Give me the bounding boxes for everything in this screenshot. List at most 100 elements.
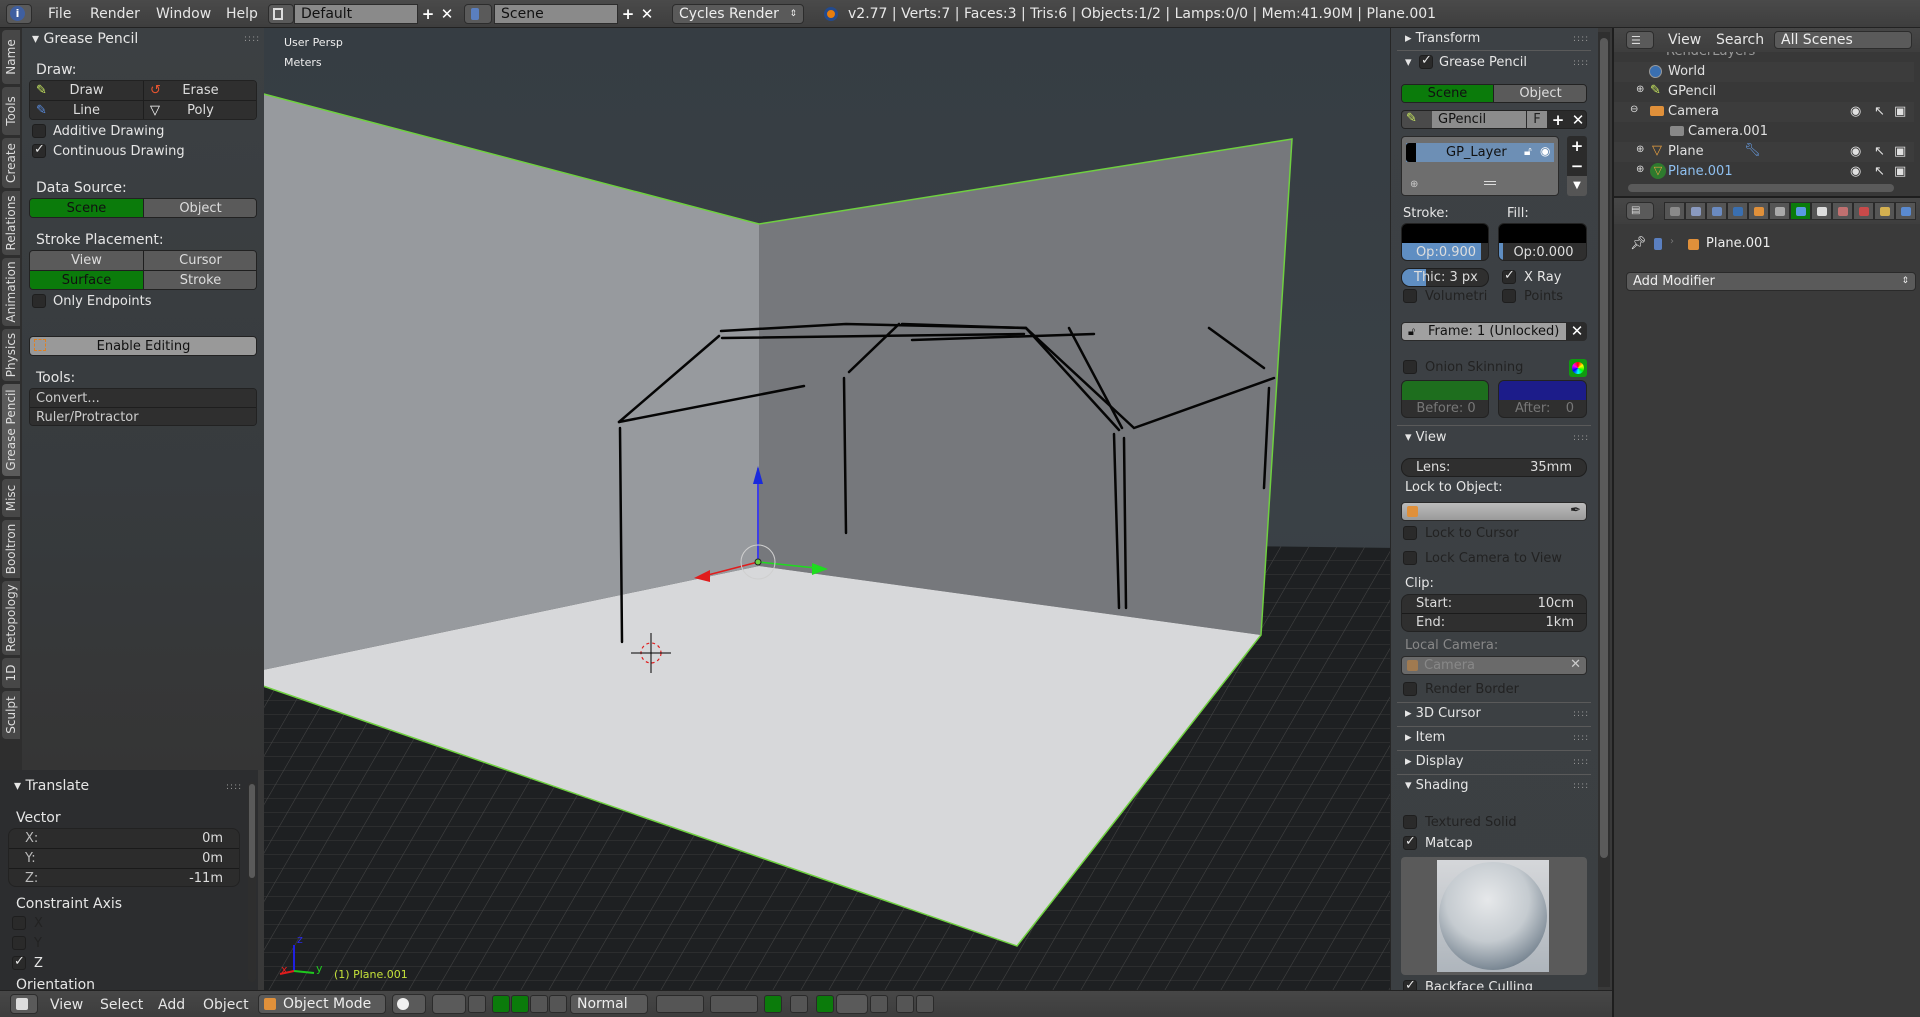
properties-editor-type[interactable]: ▤ <box>1626 202 1654 220</box>
stroke-color-swatch[interactable] <box>1402 224 1488 243</box>
placement-surface[interactable]: Surface <box>30 271 144 289</box>
render-engine-dropdown[interactable]: Cycles Render ⇕ <box>672 4 804 24</box>
grease-pencil-panel-header[interactable]: ▾ <box>1405 55 1412 70</box>
properties-tab-constraints[interactable] <box>1769 202 1790 220</box>
outliner-horizontal-scrollbar[interactable] <box>1628 184 1894 192</box>
textured-solid-checkbox[interactable] <box>1403 815 1417 829</box>
remove-layer-icon[interactable]: − <box>1567 156 1587 176</box>
menu-view[interactable]: View <box>50 997 83 1013</box>
properties-tab-particles[interactable] <box>1874 202 1895 220</box>
scene-layers-2[interactable] <box>710 995 758 1013</box>
renderable-camera-icon[interactable]: ▣ <box>1894 144 1906 159</box>
gp-layer-row[interactable]: GP_Layer 🔓︎ ◉ <box>1406 143 1554 162</box>
thickness-slider[interactable]: Thic: 3 px <box>1401 268 1489 287</box>
outliner-row-plane-001[interactable]: ⊕ ▽ Plane.001 ◉ ↖ ▣ <box>1614 162 1914 182</box>
visibility-eye-icon[interactable]: ◉ <box>1850 104 1861 119</box>
outliner-row-plane[interactable]: ⊕ ▽ Plane 🔧︎ ◉ ↖ ▣ <box>1614 142 1914 162</box>
outliner-editor-type[interactable]: ☰ <box>1626 31 1654 49</box>
menu-select[interactable]: Select <box>100 997 143 1013</box>
clip-end-field[interactable]: End: 1km <box>1402 614 1586 631</box>
manipulate-center-points-icon[interactable] <box>468 995 486 1013</box>
properties-tab-render[interactable] <box>1664 202 1685 220</box>
properties-tab-texture[interactable] <box>1853 202 1874 220</box>
pivot-point-dropdown[interactable] <box>432 994 466 1014</box>
constraint-z-checkbox[interactable] <box>12 954 26 970</box>
before-color-swatch[interactable] <box>1402 381 1488 400</box>
outliner-menu-search[interactable]: Search <box>1716 32 1764 48</box>
add-gp-icon[interactable]: + <box>1548 111 1568 128</box>
scale-manipulator-icon[interactable] <box>549 995 567 1013</box>
properties-tab-render-layers[interactable] <box>1685 202 1706 220</box>
list-filter-icon[interactable]: ⊕ <box>1410 179 1418 190</box>
properties-tab-data[interactable] <box>1811 202 1832 220</box>
lens-field[interactable]: Lens: 35mm <box>1401 458 1587 477</box>
outliner-menu-view[interactable]: View <box>1668 32 1701 48</box>
tab-physics[interactable]: Physics <box>2 329 20 381</box>
frame-lock-button[interactable]: 🔓︎ Frame: 1 (Unlocked) <box>1401 322 1567 341</box>
tab-grease-pencil[interactable]: Grease Pencil <box>2 384 20 476</box>
screen-layout-field[interactable]: Default <box>294 4 418 24</box>
onion-skinning-checkbox[interactable] <box>1403 360 1417 374</box>
tab-tools[interactable]: Tools <box>2 87 20 135</box>
scene-selector[interactable] <box>464 4 492 24</box>
points-checkbox[interactable] <box>1502 289 1516 303</box>
drag-handle-icon[interactable]: :::: <box>226 782 242 792</box>
renderable-camera-icon[interactable]: ▣ <box>1894 104 1906 119</box>
placement-stroke[interactable]: Stroke <box>144 271 256 289</box>
manipulator-toggle-icon[interactable] <box>492 995 510 1013</box>
line-button[interactable]: ✎ Line <box>30 101 144 119</box>
gp-source-scene[interactable]: Scene <box>1402 85 1494 102</box>
layer-specials-icon[interactable]: ▼ <box>1567 176 1587 196</box>
erase-button[interactable]: ↺ Erase <box>144 81 256 101</box>
vector-z-field[interactable]: Z: -11m <box>9 869 239 886</box>
add-scene-icon[interactable]: + <box>618 4 638 24</box>
outliner-row-world[interactable]: World <box>1614 62 1914 82</box>
unlock-icon[interactable]: 🔓︎ <box>1524 144 1532 159</box>
visibility-eye-icon[interactable]: ◉ <box>1850 164 1861 179</box>
menu-render[interactable]: Render <box>90 6 140 22</box>
snap-element-dropdown[interactable] <box>836 994 868 1014</box>
pin-icon[interactable]: 📌︎ <box>1630 236 1647 251</box>
viewport-shading-dropdown[interactable] <box>392 994 426 1014</box>
transform-orientation-dropdown[interactable]: Normal <box>570 994 648 1014</box>
tab-misc[interactable]: Misc <box>2 479 20 517</box>
mode-dropdown[interactable]: Object Mode <box>258 994 386 1014</box>
menu-help[interactable]: Help <box>226 6 258 22</box>
transform-panel-header[interactable]: ▸ Transform <box>1405 31 1480 46</box>
convert-button[interactable]: Convert... <box>30 389 256 408</box>
placement-view[interactable]: View <box>30 251 144 271</box>
only-endpoints-checkbox[interactable] <box>32 294 46 308</box>
gp-datablock-name[interactable]: GPencil <box>1432 111 1526 128</box>
vector-x-field[interactable]: X: 0m <box>9 829 239 849</box>
properties-tab-physics[interactable] <box>1895 202 1916 220</box>
rotate-manipulator-icon[interactable] <box>530 995 548 1013</box>
x-ray-checkbox[interactable] <box>1502 268 1516 284</box>
add-modifier-dropdown[interactable]: Add Modifier ⇕ <box>1626 272 1916 291</box>
properties-tab-world[interactable] <box>1727 202 1748 220</box>
properties-tab-scene[interactable] <box>1706 202 1727 220</box>
render-animation-icon[interactable] <box>916 995 934 1013</box>
shading-panel-header[interactable]: ▾ Shading <box>1405 778 1468 793</box>
3d-cursor-panel-header[interactable]: ▸ 3D Cursor <box>1405 706 1481 721</box>
stroke-opacity-slider[interactable]: Op:0.900 <box>1402 243 1488 260</box>
onion-color-toggle[interactable] <box>1569 359 1587 377</box>
menu-add[interactable]: Add <box>158 997 185 1013</box>
list-resize-handle[interactable] <box>1484 181 1496 185</box>
screen-layout-selector[interactable] <box>268 4 294 24</box>
local-camera-field[interactable]: Camera ✕ <box>1401 656 1587 675</box>
tab-retopology[interactable]: Retopology <box>2 581 20 655</box>
outliner-row-gpencil[interactable]: ⊕ ✎ GPencil <box>1614 82 1914 102</box>
remove-screen-icon[interactable]: ✕ <box>437 4 457 24</box>
placement-cursor[interactable]: Cursor <box>144 251 256 271</box>
outliner-row-camera[interactable]: ⊖ Camera ◉ ↖ ▣ <box>1614 102 1914 122</box>
editor-type-3d-view[interactable] <box>10 994 38 1014</box>
translate-panel-scrollbar[interactable] <box>248 782 256 982</box>
tab-create[interactable]: Create <box>2 138 20 188</box>
add-screen-icon[interactable]: + <box>418 4 438 24</box>
editor-type-info-button[interactable]: i <box>6 4 32 24</box>
properties-tab-modifiers[interactable] <box>1790 202 1811 220</box>
lock-camera-checkbox[interactable] <box>1403 551 1417 565</box>
render-opengl-icon[interactable] <box>896 995 914 1013</box>
matcap-preview[interactable] <box>1401 857 1587 975</box>
ruler-protractor-button[interactable]: Ruler/Protractor <box>30 408 256 425</box>
